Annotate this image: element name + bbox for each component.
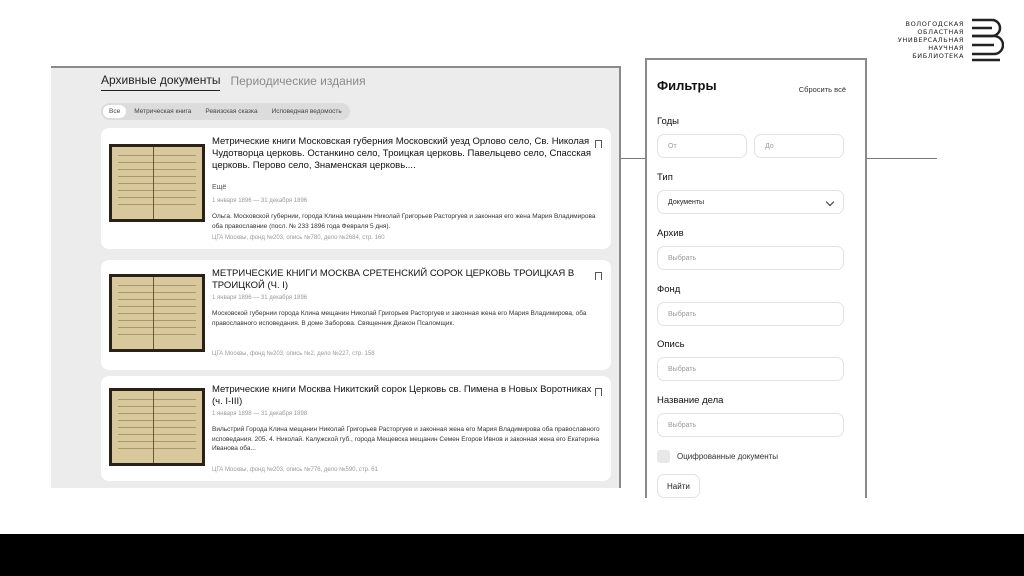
show-more-link[interactable]: Ещё [212, 184, 226, 191]
chip-revision-tale[interactable]: Ревизская сказка [199, 105, 263, 118]
result-description: Московской губернии города Клина мещанин… [212, 310, 587, 327]
case-name-input[interactable]: Выбрать [657, 413, 844, 437]
result-card[interactable]: МЕТРИЧЕСКИЕ КНИГИ МОСКВА СРЕТЕНСКИЙ СОРО… [101, 260, 611, 370]
document-thumbnail[interactable] [109, 388, 205, 466]
reset-all-link[interactable]: Сбросить всё [799, 85, 846, 94]
document-thumbnail[interactable] [109, 274, 205, 352]
document-thumbnail[interactable] [109, 144, 205, 222]
tab-archive-documents[interactable]: Архивные документы [101, 73, 221, 91]
case-name-label: Название дела [657, 395, 724, 406]
filters-title: Фильтры [657, 78, 717, 93]
result-date: 1 января 1896 — 31 декабря 1896 [212, 295, 308, 301]
logo-line: УНИВЕРСАЛЬНАЯ [897, 36, 964, 44]
years-label: Годы [657, 116, 679, 127]
opis-label: Опись [657, 339, 685, 350]
result-date: 1 января 1896 — 31 декабря 1896 [212, 198, 308, 204]
document-type-chips: Все Метрическая книга Ревизская сказка И… [101, 103, 350, 120]
fond-select[interactable]: Выбрать [657, 302, 844, 326]
result-title[interactable]: Метрические книги Московская губерния Мо… [212, 136, 592, 172]
chip-all[interactable]: Все [103, 105, 127, 118]
search-results-panel: Архивные документы Периодические издания… [51, 66, 621, 488]
filters-card: Фильтры Сбросить всё Годы От До Тип Доку… [653, 66, 856, 500]
filters-panel: Фильтры Сбросить всё Годы От До Тип Доку… [645, 58, 867, 500]
chevron-down-icon [825, 197, 835, 207]
type-label: Тип [657, 172, 673, 183]
result-source: ЦГА Москвы, фонд №203, опись №776, дело … [212, 467, 378, 473]
year-from-input[interactable]: От [657, 134, 747, 158]
year-to-input[interactable]: До [754, 134, 844, 158]
results-tabs: Архивные документы Периодические издания [101, 73, 366, 91]
chip-metric-book[interactable]: Метрическая книга [128, 105, 197, 118]
bookmark-icon[interactable] [595, 272, 602, 283]
type-select[interactable]: Документы [657, 190, 844, 214]
result-description: Ольга. Московской губернии, города Клина… [212, 213, 596, 230]
result-source: ЦГА Москвы, фонд №203, опись №2, дело №2… [212, 351, 375, 357]
connector-line [621, 158, 645, 159]
fond-label: Фонд [657, 284, 681, 295]
bookmark-icon[interactable] [595, 140, 602, 151]
logo-line: НАУЧНАЯ [928, 44, 964, 52]
tab-periodicals[interactable]: Периодические издания [230, 74, 365, 91]
logo-line: ВОЛОГОДСКАЯ [905, 20, 964, 28]
chip-confession-register[interactable]: Исповедная ведомость [266, 105, 348, 118]
digitized-checkbox[interactable] [657, 450, 670, 463]
result-card[interactable]: Метрические книги Московская губерния Мо… [101, 128, 611, 249]
logo-text: ВОЛОГОДСКАЯ ОБЛАСТНАЯ УНИВЕРСАЛЬНАЯ НАУЧ… [898, 20, 964, 60]
result-title[interactable]: Метрические книги Москва Никитский сорок… [212, 384, 592, 408]
result-source: ЦГА Москвы, фонд №203, опись №780, дело … [212, 235, 385, 241]
result-date: 1 января 1898 — 31 декабря 1898 [212, 411, 308, 417]
library-logo: ВОЛОГОДСКАЯ ОБЛАСТНАЯ УНИВЕРСАЛЬНАЯ НАУЧ… [898, 18, 1004, 62]
result-description: Вильстрий Города Клина мещанин Николай Г… [212, 426, 600, 452]
library-logo-icon [972, 18, 1004, 62]
logo-line: БИБЛИОТЕКА [912, 52, 964, 60]
connector-line [867, 158, 937, 159]
result-card[interactable]: Метрические книги Москва Никитский сорок… [101, 376, 611, 481]
opis-select[interactable]: Выбрать [657, 357, 844, 381]
archive-label: Архив [657, 228, 684, 239]
archive-select[interactable]: Выбрать [657, 246, 844, 270]
type-select-value: Документы [668, 199, 705, 206]
digitized-label[interactable]: Оцифрованные документы [677, 452, 778, 461]
result-title[interactable]: МЕТРИЧЕСКИЕ КНИГИ МОСКВА СРЕТЕНСКИЙ СОРО… [212, 268, 592, 292]
bottom-black-band [0, 534, 1024, 576]
bookmark-icon[interactable] [595, 388, 602, 399]
logo-line: ОБЛАСТНАЯ [917, 28, 964, 36]
find-button[interactable]: Найти [657, 474, 700, 498]
